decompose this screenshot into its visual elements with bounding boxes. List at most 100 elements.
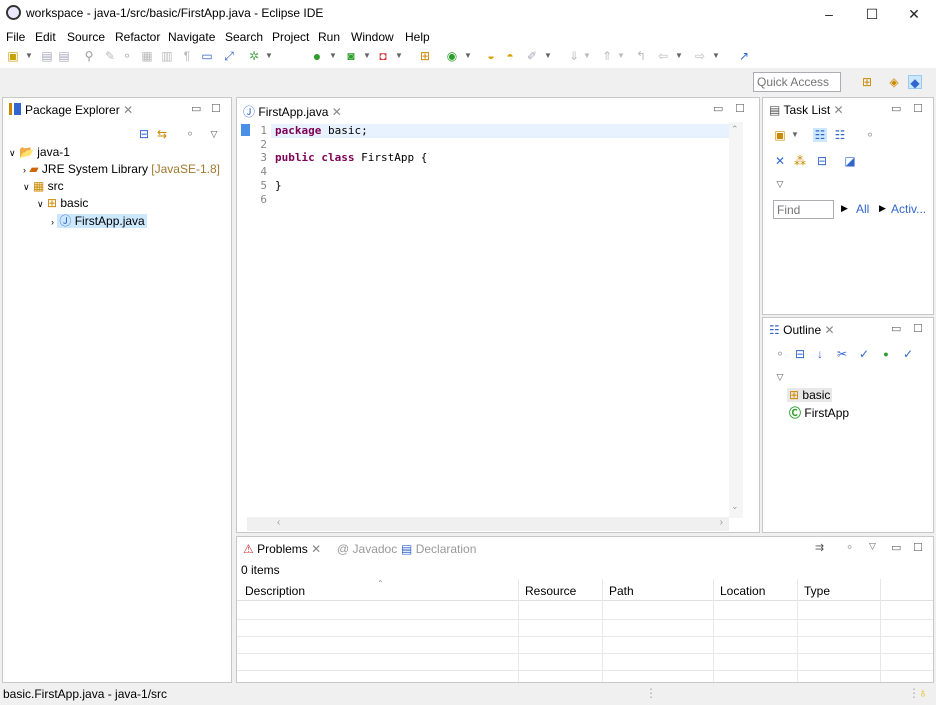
run-icon[interactable]: ● bbox=[310, 49, 324, 63]
prev-annotation-icon[interactable]: ⇑ bbox=[600, 49, 614, 63]
whitespace-icon[interactable]: ¶ bbox=[180, 49, 194, 63]
hide-local-types-icon[interactable]: ✓ bbox=[901, 347, 915, 361]
tab-problems[interactable]: ⚠ Problems ✕ bbox=[243, 542, 321, 556]
menu-project[interactable]: Project bbox=[272, 30, 309, 44]
next-annotation-icon[interactable]: ⇓ bbox=[567, 49, 581, 63]
categorized-icon[interactable]: ☷ bbox=[813, 128, 827, 142]
forward-icon[interactable]: ⇨ bbox=[693, 49, 707, 63]
hide-completed-icon[interactable]: ✕ bbox=[773, 154, 787, 168]
maximize-button[interactable]: ☐ bbox=[858, 4, 886, 24]
back-icon[interactable]: ⇦ bbox=[656, 49, 670, 63]
menu-edit[interactable]: Edit bbox=[35, 30, 56, 44]
minimize-icon[interactable]: ▭ bbox=[191, 102, 201, 115]
tip-lightbulb-icon[interactable]: ♁ bbox=[918, 685, 928, 700]
column-path[interactable]: Path bbox=[609, 584, 634, 598]
filters-icon[interactable]: ⇉ bbox=[815, 541, 824, 554]
block-select-icon[interactable]: ▦ bbox=[140, 49, 154, 63]
prev-annotation-dropdown-icon[interactable]: ▼ bbox=[614, 49, 628, 63]
synchronize-icon[interactable]: ◪ bbox=[843, 154, 857, 168]
pin-editor-icon[interactable]: ↗ bbox=[737, 49, 751, 63]
new-icon[interactable]: ▣ bbox=[6, 49, 20, 63]
open-task-icon[interactable]: ◓ bbox=[503, 49, 517, 63]
close-icon[interactable]: ✕ bbox=[834, 103, 844, 117]
close-icon[interactable]: ✕ bbox=[824, 323, 834, 337]
view-menu-icon[interactable]: ▽ bbox=[773, 177, 787, 191]
breadcrumb-icon[interactable]: ⚬ bbox=[120, 49, 134, 63]
coverage-icon[interactable]: ◙ bbox=[344, 49, 358, 63]
view-menu-icon[interactable]: ▽ bbox=[773, 370, 787, 384]
word-wrap-icon[interactable]: ▥ bbox=[160, 49, 174, 63]
maximize-icon[interactable]: ☐ bbox=[913, 102, 923, 115]
back-dropdown-icon[interactable]: ▼ bbox=[672, 49, 686, 63]
java-perspective-icon[interactable]: ◆ bbox=[908, 75, 922, 90]
debug-dropdown-icon[interactable]: ▼ bbox=[262, 49, 276, 63]
minimize-icon[interactable]: ▭ bbox=[891, 541, 901, 554]
save-all-icon[interactable]: ▤ bbox=[57, 49, 71, 63]
open-perspective-icon[interactable]: ⊞ bbox=[860, 75, 874, 89]
collapse-tasks-icon[interactable]: ⁂ bbox=[793, 154, 807, 168]
skip-breakpoints-icon[interactable]: ⤢ bbox=[222, 49, 236, 63]
scroll-down-icon[interactable]: ⌄ bbox=[731, 501, 739, 512]
chevron-down-icon[interactable]: ∨ bbox=[37, 199, 44, 209]
maximize-icon[interactable]: ☐ bbox=[211, 102, 221, 115]
minimize-icon[interactable]: ▭ bbox=[891, 322, 901, 335]
focus-icon[interactable]: ⚬ bbox=[845, 541, 854, 554]
close-button[interactable]: ✕ bbox=[900, 4, 928, 24]
close-icon[interactable]: ✕ bbox=[311, 542, 321, 556]
java-ee-perspective-icon[interactable]: ◈ bbox=[887, 75, 901, 89]
menu-run[interactable]: Run bbox=[318, 30, 340, 44]
minimize-button[interactable]: – bbox=[815, 4, 843, 24]
new-task-icon[interactable]: ▣ bbox=[773, 128, 787, 142]
toggle-mark-icon[interactable]: ✎ bbox=[103, 49, 117, 63]
maximize-icon[interactable]: ☐ bbox=[913, 541, 923, 554]
view-menu-icon[interactable]: ▽ bbox=[869, 541, 876, 552]
coverage-dropdown-icon[interactable]: ▼ bbox=[360, 49, 374, 63]
column-description[interactable]: Description bbox=[245, 584, 305, 598]
column-resource[interactable]: Resource bbox=[525, 584, 576, 598]
tab-declaration[interactable]: ▤ Declaration bbox=[401, 542, 476, 556]
tab-package-explorer[interactable]: Package Explorer ✕ bbox=[9, 103, 133, 117]
forward-dropdown-icon[interactable]: ▼ bbox=[709, 49, 723, 63]
outline-item-class[interactable]: Ⓒ FirstApp bbox=[789, 404, 849, 421]
sort-icon[interactable]: ↓ bbox=[813, 347, 827, 361]
tree-item-file[interactable]: › Ⓙ FirstApp.java bbox=[51, 212, 147, 229]
new-class-dropdown-icon[interactable]: ▼ bbox=[461, 49, 475, 63]
new-package-icon[interactable]: ⊞ bbox=[418, 49, 432, 63]
close-icon[interactable]: ✕ bbox=[332, 105, 342, 119]
scheduled-icon[interactable]: ☷ bbox=[833, 128, 847, 142]
column-type[interactable]: Type bbox=[804, 584, 830, 598]
menu-navigate[interactable]: Navigate bbox=[168, 30, 215, 44]
tree-item-jre[interactable]: › ▰ JRE System Library [JavaSE-1.8] bbox=[23, 162, 220, 176]
save-icon[interactable]: ▤ bbox=[40, 49, 54, 63]
last-edit-icon[interactable]: ↰ bbox=[634, 49, 648, 63]
focus-icon[interactable]: ⚬ bbox=[183, 127, 197, 141]
all-link[interactable]: All bbox=[856, 202, 869, 216]
tab-firstapp-java[interactable]: Ⓙ FirstApp.java ✕ bbox=[243, 103, 342, 120]
new-task-dropdown-icon[interactable]: ▼ bbox=[788, 128, 802, 142]
new-dropdown-icon[interactable]: ▼ bbox=[22, 49, 36, 63]
focus-icon[interactable]: ⚬ bbox=[773, 347, 787, 361]
open-type-icon[interactable]: ◒ bbox=[484, 49, 498, 63]
hide-nonpublic-icon[interactable]: ● bbox=[879, 347, 893, 361]
build-icon[interactable]: ⚲ bbox=[82, 49, 96, 63]
vertical-scrollbar[interactable]: ⌃ ⌄ bbox=[729, 122, 743, 518]
search-dropdown-icon[interactable]: ▼ bbox=[541, 49, 555, 63]
hide-static-icon[interactable]: ✓ bbox=[857, 347, 871, 361]
next-annotation-dropdown-icon[interactable]: ▼ bbox=[580, 49, 594, 63]
chevron-right-icon[interactable]: › bbox=[23, 165, 26, 175]
chevron-down-icon[interactable]: ∨ bbox=[9, 148, 16, 158]
link-with-editor-icon[interactable]: ⇆ bbox=[155, 127, 169, 141]
tab-outline[interactable]: ☷ Outline ✕ bbox=[769, 323, 835, 337]
new-class-icon[interactable]: ◉ bbox=[445, 49, 459, 63]
code-area[interactable] bbox=[237, 122, 759, 518]
menu-source[interactable]: Source bbox=[67, 30, 105, 44]
maximize-icon[interactable]: ☐ bbox=[735, 102, 745, 115]
menu-file[interactable]: File bbox=[6, 30, 25, 44]
minimize-icon[interactable]: ▭ bbox=[891, 102, 901, 115]
collapse-all-icon[interactable]: ⊟ bbox=[815, 154, 829, 168]
console-icon[interactable]: ▭ bbox=[200, 49, 214, 63]
outline-item-package[interactable]: ⊞ basic bbox=[787, 388, 833, 402]
collapse-all-icon[interactable]: ⊟ bbox=[793, 347, 807, 361]
scroll-right-icon[interactable]: › bbox=[720, 517, 723, 528]
view-menu-icon[interactable]: ▽ bbox=[207, 127, 221, 141]
